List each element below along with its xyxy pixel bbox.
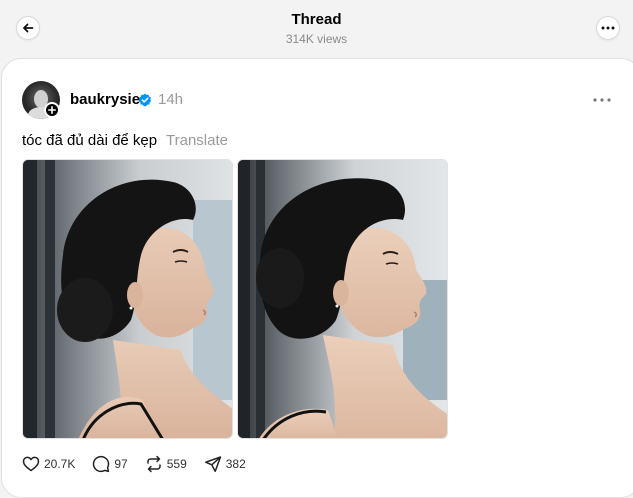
username[interactable]: baukrysie [70, 91, 140, 109]
more-horizontal-icon [593, 98, 611, 102]
share-button[interactable]: 382 [204, 454, 246, 474]
repost-button[interactable]: 559 [145, 454, 187, 474]
heart-icon [22, 456, 40, 472]
top-bar: Thread 314K views [0, 0, 633, 58]
page-title: Thread [291, 11, 342, 28]
post-image-2[interactable] [237, 159, 448, 439]
like-count: 20.7K [44, 457, 76, 471]
comment-icon [93, 455, 110, 473]
view-count: 314K views [285, 32, 348, 46]
translate-link[interactable]: Translate [166, 132, 228, 150]
post-timestamp[interactable]: 14h [158, 91, 183, 109]
header-more-button[interactable] [596, 16, 620, 40]
share-count: 382 [225, 457, 246, 471]
verified-badge-icon [138, 93, 152, 107]
follow-button[interactable] [44, 102, 60, 118]
reply-count: 97 [114, 457, 128, 471]
post-actions: 20.7K 97 559 382 [22, 454, 263, 474]
more-horizontal-icon [601, 26, 615, 30]
plus-icon [48, 106, 56, 114]
reply-button[interactable]: 97 [92, 454, 128, 474]
post-more-button[interactable] [590, 92, 614, 108]
like-button[interactable]: 20.7K [22, 454, 75, 474]
repost-count: 559 [166, 457, 187, 471]
photo-illustration [23, 160, 232, 438]
send-icon [204, 456, 221, 473]
repost-icon [146, 455, 161, 473]
photo-illustration [238, 160, 447, 438]
post-image-1[interactable] [22, 159, 233, 439]
header-title-block: Thread 314K views [0, 10, 633, 47]
post-text: tóc đã đủ dài để kẹp [22, 132, 158, 149]
